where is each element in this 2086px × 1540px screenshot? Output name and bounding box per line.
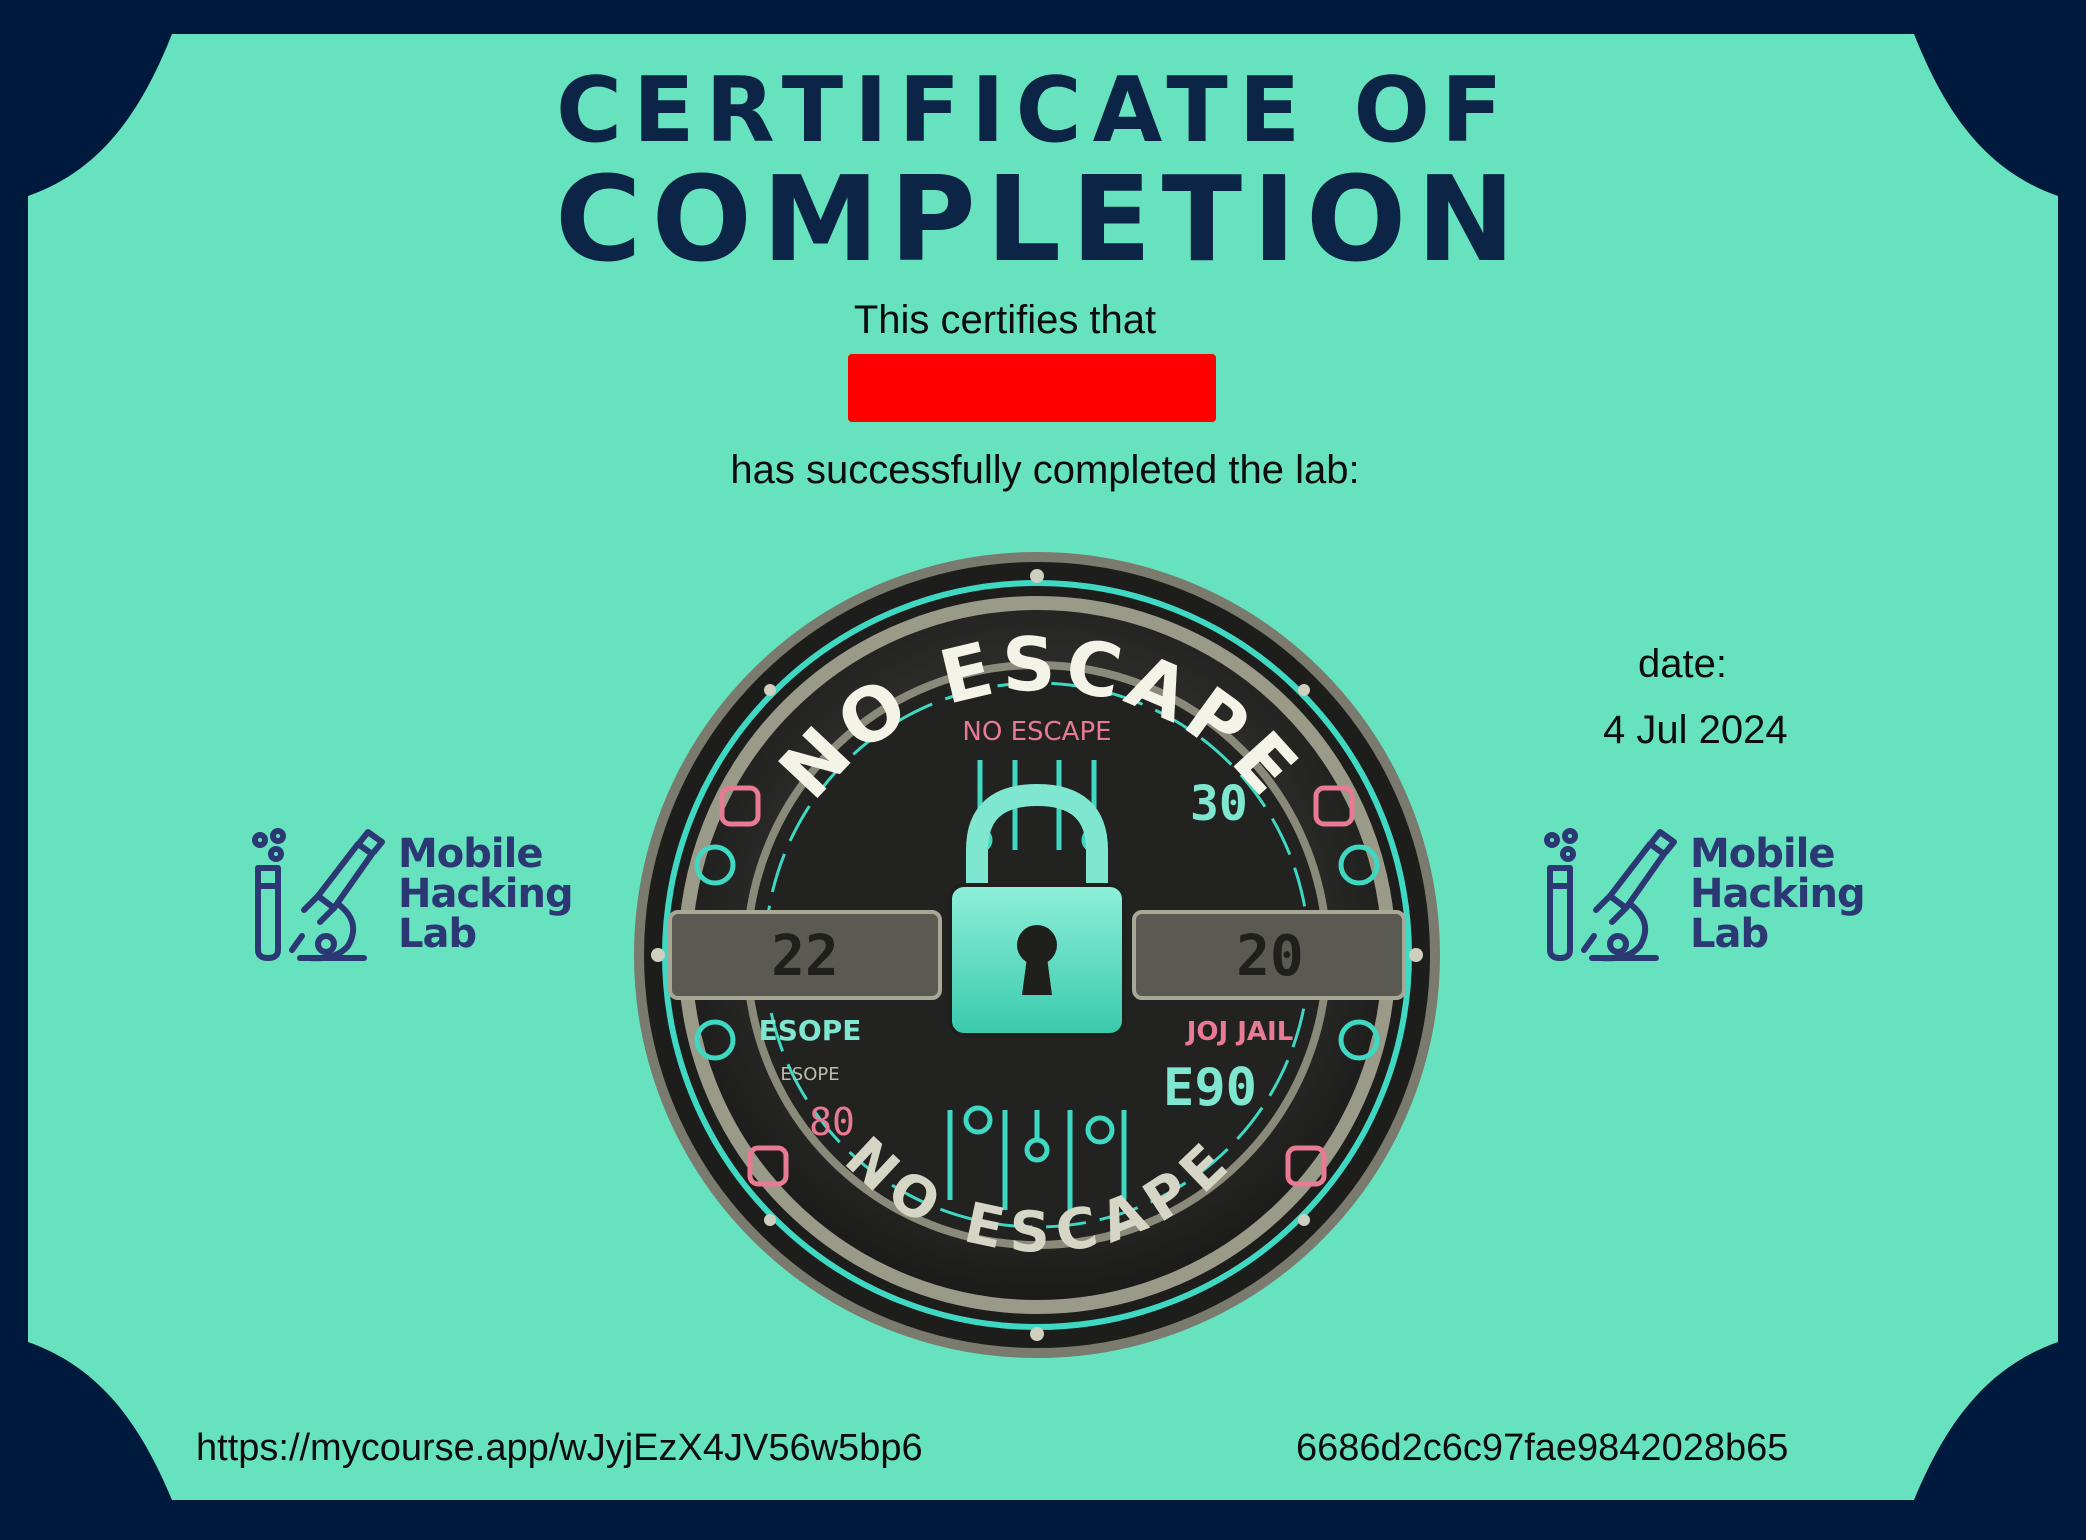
badge-left-number: 22 [771,924,838,989]
mobile-hacking-lab-logo-left: Mobile Hacking Lab [252,826,574,966]
certificate-subtitle: COMPLETION [555,150,1526,288]
badge-inner-title: NO ESCAPE [962,717,1111,747]
microscope-icon [1544,828,1677,962]
badge-left-small-label: ESOPE [780,1064,839,1085]
date-value: 4 Jul 2024 [1603,708,1788,752]
logo-wordmark: Mobile Hacking Lab [398,831,574,957]
badge-right-label: JOJ JAIL [1185,1017,1294,1047]
logo-line2: Hacking [1690,871,1866,917]
badge-left-code: 80 [809,1100,855,1144]
logo-line2: Hacking [398,871,574,917]
badge-left-label: ESOPE [759,1014,862,1047]
completed-text: has successfully completed the lab: [730,448,1360,492]
logo-line1: Mobile [398,831,543,877]
badge-upper-right-number: 30 [1190,776,1248,832]
date-label: date: [1638,642,1727,686]
no-escape-badge: NO ESCAPE NO ESCAPE 22 20 30 ESOPE ESOPE… [634,552,1440,1358]
certificate-title: CERTIFICATE OF [556,58,1514,163]
recipient-name-redaction [848,354,1216,422]
logo-line1: Mobile [1690,831,1835,877]
badge-right-number: 20 [1236,924,1303,989]
logo-line3: Lab [1690,911,1769,957]
logo-wordmark: Mobile Hacking Lab [1690,831,1866,957]
badge-right-code: E90 [1163,1058,1257,1118]
certifies-text: This certifies that [853,298,1157,342]
microscope-icon [252,828,385,962]
mobile-hacking-lab-logo-right: Mobile Hacking Lab [1544,826,1866,966]
course-url[interactable]: https://mycourse.app/wJyjEzX4JV56w5bp6 [196,1427,923,1470]
certificate-id: 6686d2c6c97fae9842028b65 [1296,1427,1789,1469]
logo-line3: Lab [398,911,477,957]
